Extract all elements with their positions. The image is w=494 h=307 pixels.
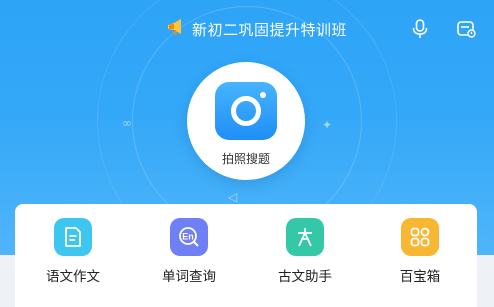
triangle-icon: ◁ <box>228 190 238 204</box>
tool-label: 百宝箱 <box>399 269 441 285</box>
megaphone-icon <box>166 17 186 41</box>
tool-chinese-essay[interactable]: 语文作文 <box>18 218 128 298</box>
tool-classical-assistant[interactable]: 古文助手 <box>250 218 360 298</box>
document-icon <box>54 218 92 256</box>
tools-panel: 语文作文 En 单词查询 古文助手 百宝箱 <box>15 204 477 307</box>
tool-label: 语文作文 <box>46 269 100 285</box>
english-search-icon: En <box>170 218 208 256</box>
course-title: 新初二巩固提升特训班 <box>192 20 348 39</box>
tool-word-lookup[interactable]: En 单词查询 <box>134 218 244 298</box>
svg-text:En: En <box>182 232 194 242</box>
photo-search-button[interactable]: 拍照搜题 <box>187 62 305 180</box>
course-banner[interactable]: 新初二巩固提升特训班 <box>166 17 347 41</box>
tool-label: 古文助手 <box>278 269 332 285</box>
tool-label: 单词查询 <box>162 269 216 285</box>
tool-toolbox[interactable]: 百宝箱 <box>365 218 475 298</box>
star-icon: ✦ <box>322 118 333 132</box>
sparkle-icon: ∞ <box>122 116 132 130</box>
grid-icon <box>401 218 439 256</box>
scholar-icon <box>286 218 324 256</box>
photo-search-label: 拍照搜题 <box>221 152 270 166</box>
top-bar: 新初二巩固提升特训班 <box>0 14 494 44</box>
message-icon[interactable] <box>454 17 478 41</box>
microphone-icon[interactable] <box>408 17 432 41</box>
camera-icon <box>215 82 277 140</box>
